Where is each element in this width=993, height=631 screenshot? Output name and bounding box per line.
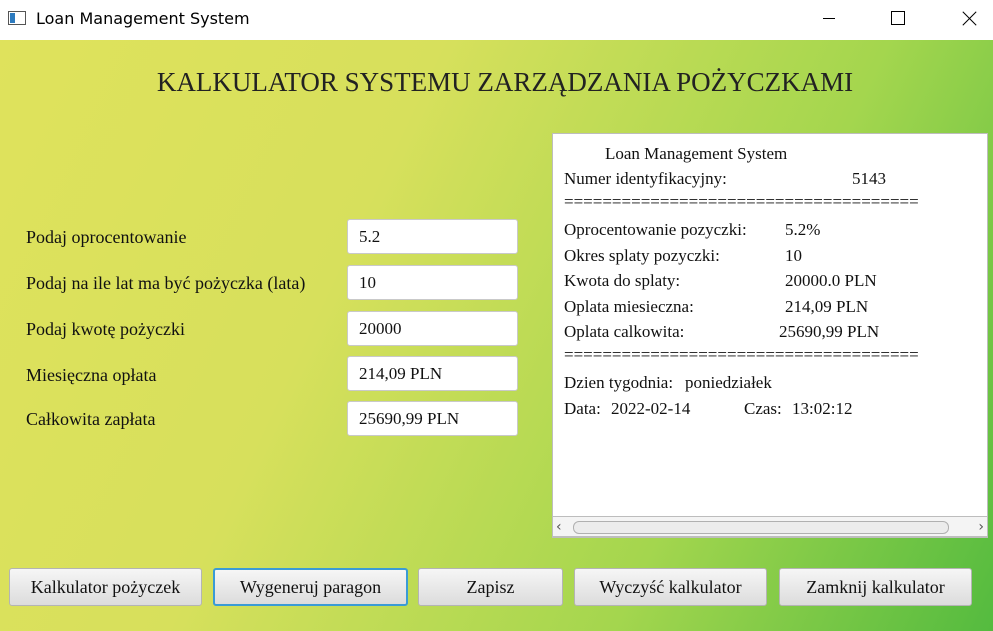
interest-rate-label: Podaj oprocentowanie <box>26 227 187 247</box>
receipt-rate-value: 5.2% <box>785 220 821 239</box>
loan-amount-label: Podaj kwotę pożyczki <box>26 319 185 339</box>
clear-calculator-button[interactable]: Wyczyść kalkulator <box>574 568 767 606</box>
receipt-horizontal-scrollbar[interactable]: ‹ › <box>552 516 988 537</box>
total-payment-label: Całkowita zapłata <box>26 409 156 429</box>
receipt-time-value: 13:02:12 <box>792 399 853 418</box>
scroll-right-arrow-icon[interactable]: › <box>978 519 984 535</box>
main-content: KALKULATOR SYSTEMU ZARZĄDZANIA POŻYCZKAM… <box>0 40 993 631</box>
receipt-time-label: Czas: <box>744 399 782 418</box>
scroll-left-arrow-icon[interactable]: ‹ <box>556 519 562 535</box>
loan-calculator-button[interactable]: Kalkulator pożyczek <box>9 568 202 606</box>
receipt-separator: ===================================== <box>564 192 919 211</box>
close-calculator-button[interactable]: Zamknij kalkulator <box>779 568 972 606</box>
receipt-total-label: Oplata calkowita: <box>564 322 685 341</box>
monthly-payment-label: Miesięczna opłata <box>26 365 157 385</box>
minimize-icon[interactable] <box>806 0 852 36</box>
save-button[interactable]: Zapisz <box>418 568 563 606</box>
interest-rate-input[interactable] <box>347 219 518 254</box>
receipt-separator-2: ===================================== <box>564 345 919 364</box>
receipt-date-label: Data: <box>564 399 601 418</box>
monthly-payment-field[interactable] <box>347 356 518 391</box>
receipt-period-value: 10 <box>785 246 802 265</box>
receipt-amount-label: Kwota do splaty: <box>564 271 681 290</box>
receipt-textarea[interactable]: Loan Management System Numer identyfikac… <box>552 133 988 538</box>
receipt-period-label: Okres splaty pozyczki: <box>564 246 720 265</box>
total-payment-field[interactable] <box>347 401 518 436</box>
loan-years-label: Podaj na ile lat ma być pożyczka (lata) <box>26 273 306 293</box>
receipt-monthly-label: Oplata miesieczna: <box>564 297 694 316</box>
maximize-icon[interactable] <box>875 0 921 36</box>
title-bar: Loan Management System <box>0 0 993 40</box>
receipt-rate-label: Oprocentowanie pozyczki: <box>564 220 747 239</box>
receipt-id-label: Numer identyfikacyjny: <box>564 169 727 188</box>
loan-years-input[interactable] <box>347 265 518 300</box>
receipt-amount-value: 20000.0 PLN <box>785 271 877 290</box>
page-title: KALKULATOR SYSTEMU ZARZĄDZANIA POŻYCZKAM… <box>156 67 854 97</box>
receipt-weekday-label: Dzien tygodnia: <box>564 373 674 392</box>
receipt-id-value: 5143 <box>852 169 886 188</box>
close-icon[interactable] <box>946 0 992 36</box>
window-title: Loan Management System <box>36 9 250 28</box>
receipt-title: Loan Management System <box>605 144 788 163</box>
loan-amount-input[interactable] <box>347 311 518 346</box>
receipt-weekday-value: poniedziałek <box>685 373 772 392</box>
receipt-monthly-value: 214,09 PLN <box>785 297 869 316</box>
app-window-icon <box>8 11 26 25</box>
scroll-thumb[interactable] <box>573 521 949 534</box>
generate-receipt-button[interactable]: Wygeneruj paragon <box>213 568 408 606</box>
receipt-total-value: 25690,99 PLN <box>779 322 880 341</box>
receipt-date-value: 2022-02-14 <box>611 399 691 418</box>
